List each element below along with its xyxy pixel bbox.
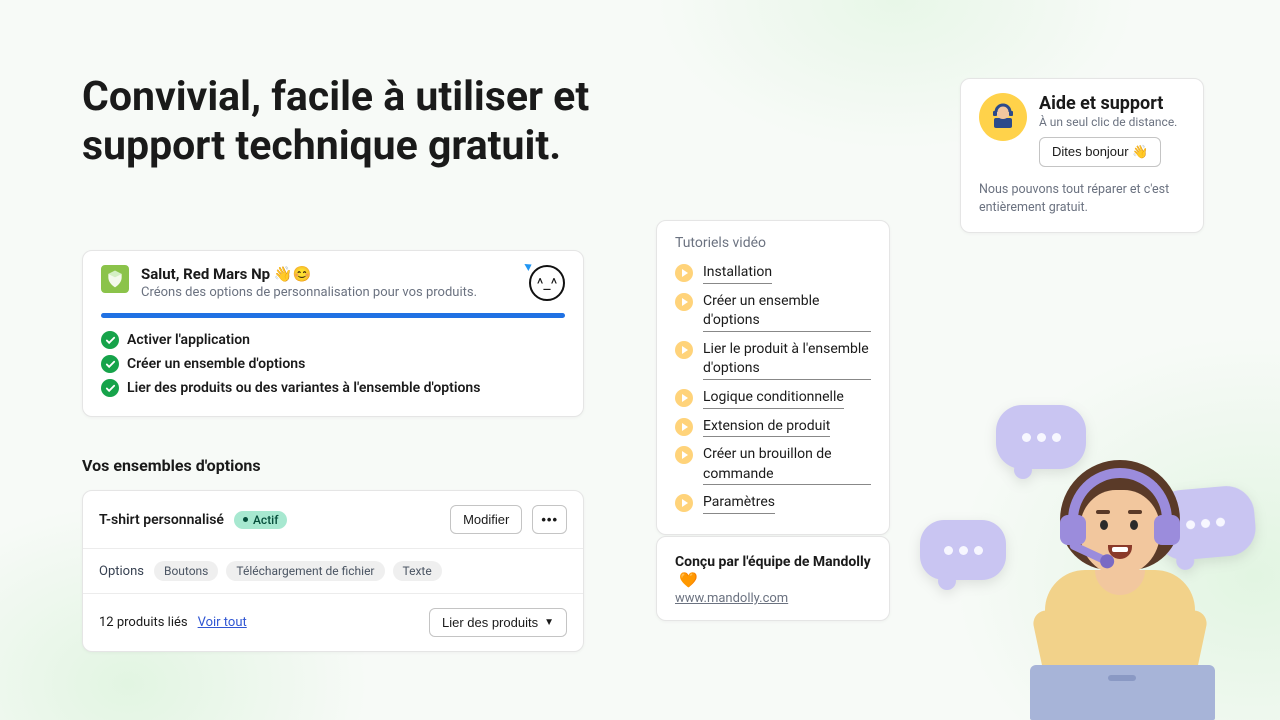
say-hello-button[interactable]: Dites bonjour 👋 [1039,137,1161,167]
option-set-card: T-shirt personnalisé Actif Modifier ••• … [82,490,584,652]
heart-icon: 🧡 [679,571,698,589]
greeting-card: Salut, Red Mars Np 👋😊 Créons des options… [82,250,584,417]
play-icon [675,293,693,311]
tutorials-card: Tutoriels vidéo Installation Créer un en… [656,220,890,535]
tutorial-link[interactable]: Paramètres [703,493,775,514]
help-footer-text: Nous pouvons tout réparer et c'est entiè… [979,181,1185,216]
status-badge: Actif [234,511,288,529]
tutorial-link[interactable]: Créer un brouillon de commande [703,445,871,485]
tutorial-link[interactable]: Installation [703,263,772,284]
page-headline: Convivial, facile à utiliser et support … [82,73,642,171]
play-icon [675,446,693,464]
checklist-label: Lier des produits ou des variantes à l'e… [127,380,480,396]
link-products-button[interactable]: Lier des produits ▼ [429,608,567,637]
option-chip: Texte [393,561,442,581]
linked-products-count: 12 produits liés [99,615,188,630]
tutorial-link[interactable]: Lier le produit à l'ensemble d'options [703,340,871,380]
credit-card: Conçu par l'équipe de Mandolly 🧡 www.man… [656,536,890,621]
tutorial-link[interactable]: Créer un ensemble d'options [703,292,871,332]
help-title: Aide et support [1039,93,1185,114]
onboarding-progress-bar [101,313,565,318]
help-subtitle: À un seul clic de distance. [1039,115,1185,129]
greeting-avatar-icon: ^_^ [529,265,565,301]
help-card: Aide et support À un seul clic de distan… [960,78,1204,233]
app-logo-icon [101,265,129,293]
support-avatar-icon [979,93,1027,141]
credit-title: Conçu par l'équipe de Mandolly [675,554,871,570]
play-icon [675,264,693,282]
checkmark-icon [101,355,119,373]
greeting-subtitle: Créons des options de personnalisation p… [141,285,517,300]
greeting-title: Salut, Red Mars Np 👋😊 [141,265,517,283]
option-chip: Téléchargement de fichier [226,561,384,581]
option-set-name: T-shirt personnalisé [99,512,224,528]
play-icon [675,389,693,407]
more-menu-button[interactable]: ••• [532,505,567,534]
tutorial-link[interactable]: Extension de produit [703,417,830,438]
credit-link[interactable]: www.mandolly.com [675,591,871,606]
edit-button[interactable]: Modifier [450,505,522,534]
checklist-item: Créer un ensemble d'options [101,352,565,376]
view-all-link[interactable]: Voir tout [198,615,247,630]
option-sets-heading: Vos ensembles d'options [82,456,261,475]
checklist-item: Activer l'application [101,328,565,352]
play-icon [675,341,693,359]
play-icon [675,418,693,436]
caret-down-icon: ▼ [544,617,554,628]
tutorials-heading: Tutoriels vidéo [675,235,871,251]
support-person-illustration [1010,460,1240,720]
chat-bubble-icon [920,520,1006,580]
checklist-label: Activer l'application [127,332,250,348]
checkmark-icon [101,331,119,349]
tutorial-link[interactable]: Logique conditionnelle [703,388,844,409]
onboarding-checklist: Activer l'application Créer un ensemble … [83,328,583,416]
checklist-item: Lier des produits ou des variantes à l'e… [101,376,565,400]
option-chip: Boutons [154,561,218,581]
options-label: Options [99,564,144,579]
checkmark-icon [101,379,119,397]
play-icon [675,494,693,512]
checklist-label: Créer un ensemble d'options [127,356,305,372]
